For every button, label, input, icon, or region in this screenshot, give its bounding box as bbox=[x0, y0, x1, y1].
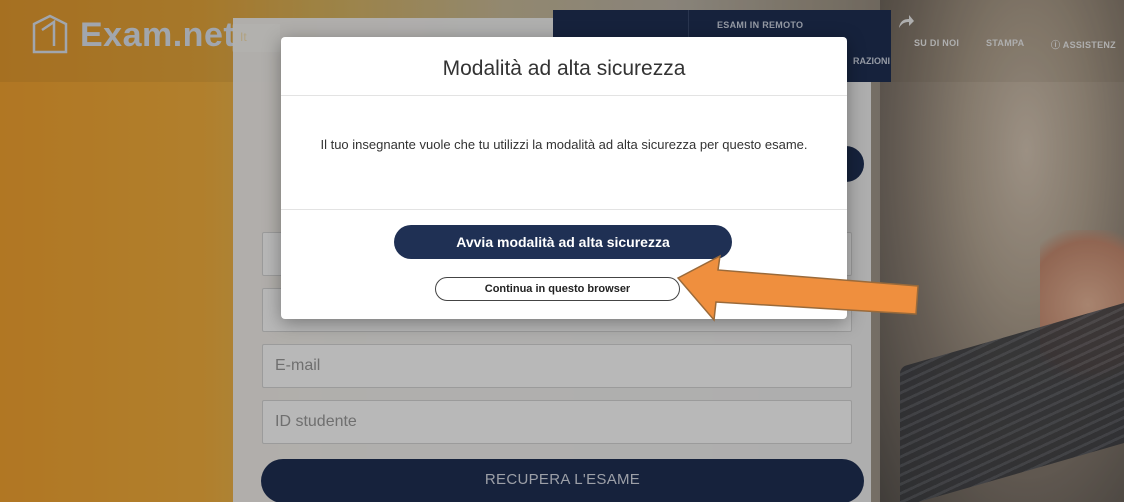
continue-in-browser-button[interactable]: Continua in questo browser bbox=[435, 277, 680, 301]
annotation-arrow-icon bbox=[676, 254, 919, 322]
dialog-divider bbox=[281, 209, 847, 210]
dialog-title: Modalità ad alta sicurezza bbox=[442, 57, 686, 80]
dialog-message: Il tuo insegnante vuole che tu utilizzi … bbox=[320, 137, 808, 152]
page: Exam.net It E-mail ID studente RECUPERA … bbox=[0, 0, 1124, 502]
dialog-divider bbox=[281, 95, 847, 96]
